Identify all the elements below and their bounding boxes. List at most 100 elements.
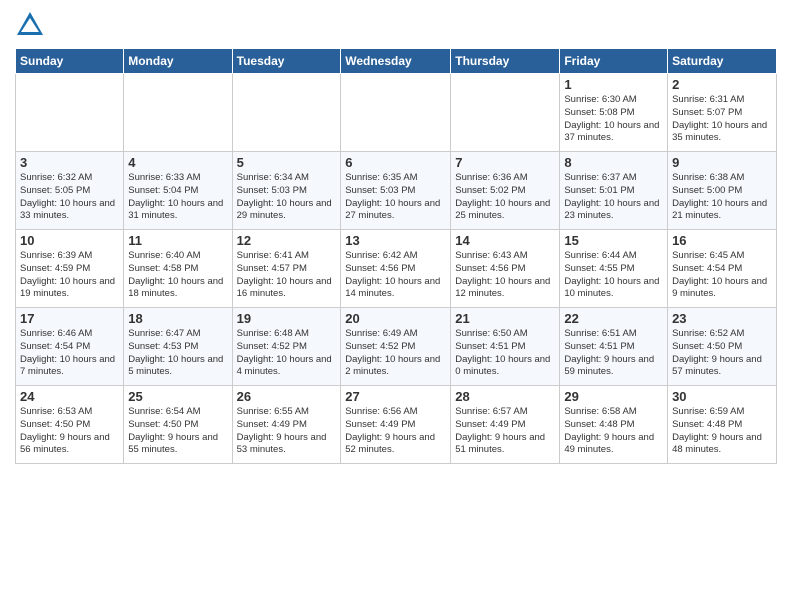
- calendar-cell: 11 Sunrise: 6:40 AM Sunset: 4:58 PM Dayli…: [124, 230, 232, 308]
- day-number: 21: [455, 311, 555, 326]
- calendar-cell: 4 Sunrise: 6:33 AM Sunset: 5:04 PM Daylig…: [124, 152, 232, 230]
- calendar-cell: 29 Sunrise: 6:58 AM Sunset: 4:48 PM Dayli…: [560, 386, 668, 464]
- day-number: 22: [564, 311, 663, 326]
- calendar-cell: 8 Sunrise: 6:37 AM Sunset: 5:01 PM Daylig…: [560, 152, 668, 230]
- page: SundayMondayTuesdayWednesdayThursdayFrid…: [0, 0, 792, 474]
- day-number: 25: [128, 389, 227, 404]
- day-info: Sunrise: 6:59 AM Sunset: 4:48 PM Dayligh…: [672, 406, 772, 457]
- day-info: Sunrise: 6:42 AM Sunset: 4:56 PM Dayligh…: [345, 250, 446, 301]
- day-info: Sunrise: 6:35 AM Sunset: 5:03 PM Dayligh…: [345, 172, 446, 223]
- calendar-cell: 3Sunrise: 6:32 AM Sunset: 5:05 PM Daylig…: [16, 152, 124, 230]
- day-info: Sunrise: 6:31 AM Sunset: 5:07 PM Dayligh…: [672, 94, 772, 145]
- day-info: Sunrise: 6:48 AM Sunset: 4:52 PM Dayligh…: [237, 328, 337, 379]
- logo: [15, 10, 47, 40]
- day-number: 15: [564, 233, 663, 248]
- day-info: Sunrise: 6:46 AM Sunset: 4:54 PM Dayligh…: [20, 328, 119, 379]
- day-info: Sunrise: 6:39 AM Sunset: 4:59 PM Dayligh…: [20, 250, 119, 301]
- day-info: Sunrise: 6:36 AM Sunset: 5:02 PM Dayligh…: [455, 172, 555, 223]
- day-info: Sunrise: 6:44 AM Sunset: 4:55 PM Dayligh…: [564, 250, 663, 301]
- calendar-week-row: 3Sunrise: 6:32 AM Sunset: 5:05 PM Daylig…: [16, 152, 777, 230]
- day-number: 19: [237, 311, 337, 326]
- day-number: 8: [564, 155, 663, 170]
- calendar: SundayMondayTuesdayWednesdayThursdayFrid…: [15, 48, 777, 464]
- day-number: 23: [672, 311, 772, 326]
- calendar-cell: 2 Sunrise: 6:31 AM Sunset: 5:07 PM Daylig…: [668, 74, 777, 152]
- calendar-cell: 18 Sunrise: 6:47 AM Sunset: 4:53 PM Dayli…: [124, 308, 232, 386]
- calendar-cell: 22Sunrise: 6:51 AM Sunset: 4:51 PM Dayli…: [560, 308, 668, 386]
- calendar-cell: 21Sunrise: 6:50 AM Sunset: 4:51 PM Dayli…: [451, 308, 560, 386]
- day-number: 7: [455, 155, 555, 170]
- calendar-cell: 20 Sunrise: 6:49 AM Sunset: 4:52 PM Dayli…: [341, 308, 451, 386]
- calendar-cell: 24Sunrise: 6:53 AM Sunset: 4:50 PM Dayli…: [16, 386, 124, 464]
- day-info: Sunrise: 6:40 AM Sunset: 4:58 PM Dayligh…: [128, 250, 227, 301]
- day-number: 16: [672, 233, 772, 248]
- calendar-cell: 19 Sunrise: 6:48 AM Sunset: 4:52 PM Dayli…: [232, 308, 341, 386]
- calendar-cell: 10 Sunrise: 6:39 AM Sunset: 4:59 PM Dayli…: [16, 230, 124, 308]
- day-number: 12: [237, 233, 337, 248]
- calendar-cell: 12 Sunrise: 6:41 AM Sunset: 4:57 PM Dayli…: [232, 230, 341, 308]
- day-info: Sunrise: 6:30 AM Sunset: 5:08 PM Dayligh…: [564, 94, 663, 145]
- day-info: Sunrise: 6:52 AM Sunset: 4:50 PM Dayligh…: [672, 328, 772, 379]
- day-info: Sunrise: 6:45 AM Sunset: 4:54 PM Dayligh…: [672, 250, 772, 301]
- day-number: 30: [672, 389, 772, 404]
- logo-icon: [15, 10, 45, 40]
- calendar-cell: [232, 74, 341, 152]
- calendar-cell: 6 Sunrise: 6:35 AM Sunset: 5:03 PM Daylig…: [341, 152, 451, 230]
- day-number: 27: [345, 389, 446, 404]
- calendar-cell: 13Sunrise: 6:42 AM Sunset: 4:56 PM Dayli…: [341, 230, 451, 308]
- day-info: Sunrise: 6:58 AM Sunset: 4:48 PM Dayligh…: [564, 406, 663, 457]
- day-number: 6: [345, 155, 446, 170]
- day-info: Sunrise: 6:32 AM Sunset: 5:05 PM Dayligh…: [20, 172, 119, 223]
- calendar-cell: 16 Sunrise: 6:45 AM Sunset: 4:54 PM Dayli…: [668, 230, 777, 308]
- weekday-header: Friday: [560, 49, 668, 74]
- weekday-header: Thursday: [451, 49, 560, 74]
- day-number: 17: [20, 311, 119, 326]
- weekday-header-row: SundayMondayTuesdayWednesdayThursdayFrid…: [16, 49, 777, 74]
- weekday-header: Tuesday: [232, 49, 341, 74]
- header: [15, 10, 777, 40]
- day-number: 18: [128, 311, 227, 326]
- weekday-header: Monday: [124, 49, 232, 74]
- weekday-header: Wednesday: [341, 49, 451, 74]
- calendar-cell: 27 Sunrise: 6:56 AM Sunset: 4:49 PM Dayli…: [341, 386, 451, 464]
- calendar-cell: 26 Sunrise: 6:55 AM Sunset: 4:49 PM Dayli…: [232, 386, 341, 464]
- day-number: 5: [237, 155, 337, 170]
- calendar-cell: 7 Sunrise: 6:36 AM Sunset: 5:02 PM Daylig…: [451, 152, 560, 230]
- calendar-cell: 9Sunrise: 6:38 AM Sunset: 5:00 PM Daylig…: [668, 152, 777, 230]
- day-number: 29: [564, 389, 663, 404]
- day-number: 4: [128, 155, 227, 170]
- day-info: Sunrise: 6:41 AM Sunset: 4:57 PM Dayligh…: [237, 250, 337, 301]
- day-number: 11: [128, 233, 227, 248]
- day-number: 28: [455, 389, 555, 404]
- day-info: Sunrise: 6:49 AM Sunset: 4:52 PM Dayligh…: [345, 328, 446, 379]
- day-info: Sunrise: 6:57 AM Sunset: 4:49 PM Dayligh…: [455, 406, 555, 457]
- calendar-week-row: 17 Sunrise: 6:46 AM Sunset: 4:54 PM Dayli…: [16, 308, 777, 386]
- calendar-cell: 15 Sunrise: 6:44 AM Sunset: 4:55 PM Dayli…: [560, 230, 668, 308]
- day-info: Sunrise: 6:34 AM Sunset: 5:03 PM Dayligh…: [237, 172, 337, 223]
- calendar-week-row: 24Sunrise: 6:53 AM Sunset: 4:50 PM Dayli…: [16, 386, 777, 464]
- calendar-cell: [16, 74, 124, 152]
- calendar-cell: 1 Sunrise: 6:30 AM Sunset: 5:08 PM Daylig…: [560, 74, 668, 152]
- day-number: 20: [345, 311, 446, 326]
- day-info: Sunrise: 6:55 AM Sunset: 4:49 PM Dayligh…: [237, 406, 337, 457]
- calendar-cell: [451, 74, 560, 152]
- day-number: 10: [20, 233, 119, 248]
- day-number: 1: [564, 77, 663, 92]
- day-number: 26: [237, 389, 337, 404]
- day-number: 24: [20, 389, 119, 404]
- calendar-cell: [124, 74, 232, 152]
- day-info: Sunrise: 6:33 AM Sunset: 5:04 PM Dayligh…: [128, 172, 227, 223]
- calendar-cell: 25Sunrise: 6:54 AM Sunset: 4:50 PM Dayli…: [124, 386, 232, 464]
- day-info: Sunrise: 6:47 AM Sunset: 4:53 PM Dayligh…: [128, 328, 227, 379]
- calendar-cell: 5 Sunrise: 6:34 AM Sunset: 5:03 PM Daylig…: [232, 152, 341, 230]
- day-number: 2: [672, 77, 772, 92]
- calendar-cell: 30 Sunrise: 6:59 AM Sunset: 4:48 PM Dayli…: [668, 386, 777, 464]
- day-number: 9: [672, 155, 772, 170]
- day-number: 14: [455, 233, 555, 248]
- day-info: Sunrise: 6:37 AM Sunset: 5:01 PM Dayligh…: [564, 172, 663, 223]
- calendar-week-row: 10 Sunrise: 6:39 AM Sunset: 4:59 PM Dayli…: [16, 230, 777, 308]
- calendar-cell: 23 Sunrise: 6:52 AM Sunset: 4:50 PM Dayli…: [668, 308, 777, 386]
- calendar-cell: 28 Sunrise: 6:57 AM Sunset: 4:49 PM Dayli…: [451, 386, 560, 464]
- day-info: Sunrise: 6:56 AM Sunset: 4:49 PM Dayligh…: [345, 406, 446, 457]
- day-info: Sunrise: 6:43 AM Sunset: 4:56 PM Dayligh…: [455, 250, 555, 301]
